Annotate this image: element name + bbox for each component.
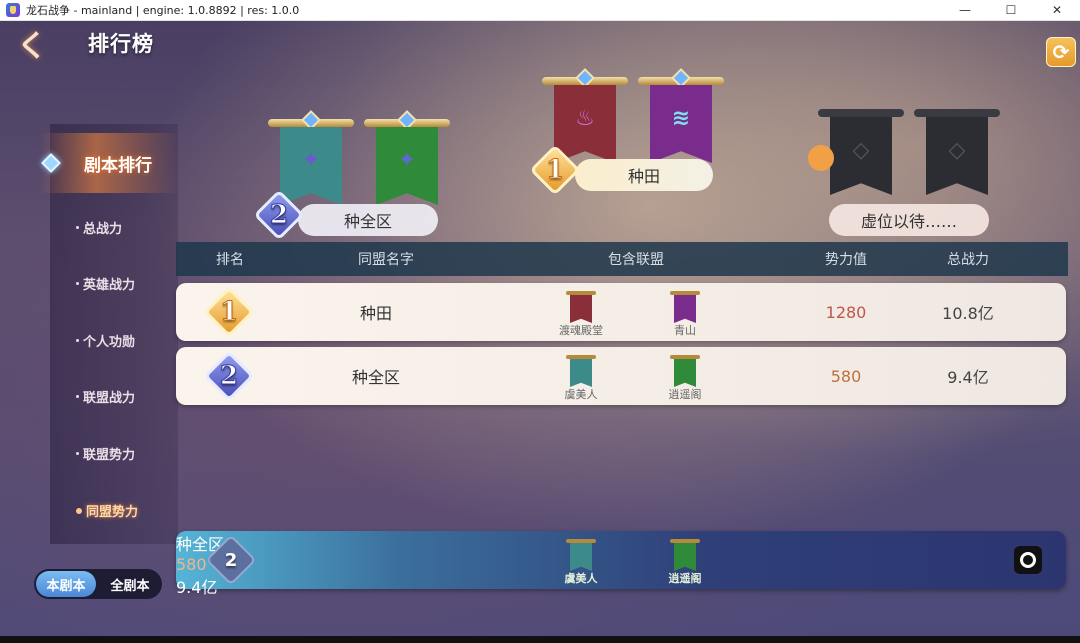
bottom-border bbox=[0, 636, 1080, 643]
menu-item-label: 个人功勋 bbox=[83, 335, 136, 350]
scope-toggle: 本剧本 全剧本 bbox=[34, 569, 162, 599]
menu-item-label: 联盟战力 bbox=[83, 391, 136, 406]
alliance-name: 虞美人 bbox=[564, 388, 598, 401]
banner-rod bbox=[818, 109, 904, 117]
rank-1-medal-icon: 1 bbox=[203, 286, 255, 338]
podium-first-banner-right: ≋ bbox=[638, 68, 724, 163]
bullet-icon bbox=[76, 395, 79, 398]
refresh-button[interactable]: ⟳ bbox=[1046, 37, 1076, 67]
bullet-icon bbox=[76, 226, 79, 229]
my-league-row[interactable]: 2 种全区 虞美人 逍遥阁 580 9.4亿 bbox=[176, 531, 1066, 597]
banner-rod bbox=[914, 109, 1000, 117]
wing-emblem-icon: ✦ bbox=[301, 147, 321, 173]
menu-item-hero-power[interactable]: 英雄战力 bbox=[76, 274, 135, 293]
row-league-name: 种田 bbox=[359, 304, 392, 323]
back-button[interactable]: く bbox=[12, 26, 52, 64]
window-title: 龙石战争 - mainland | engine: 1.0.8892 | res… bbox=[26, 4, 300, 17]
row-total-power: 10.8亿 bbox=[942, 304, 994, 323]
bullet-icon bbox=[76, 507, 82, 514]
row-total-power: 9.4亿 bbox=[947, 368, 989, 387]
row-influence: 580 bbox=[830, 366, 862, 386]
menu-item-personal-merit[interactable]: 个人功勋 bbox=[76, 331, 135, 350]
wing-emblem-icon: ✦ bbox=[397, 147, 417, 173]
menu-item-total-power[interactable]: 总战力 bbox=[76, 218, 122, 237]
minimize-button[interactable]: — bbox=[942, 0, 988, 21]
locate-target-icon[interactable] bbox=[1014, 546, 1042, 574]
scope-all-scripts[interactable]: 全剧本 bbox=[100, 571, 160, 597]
rank-2-medal-icon: 2 bbox=[253, 189, 305, 241]
menu-item-label: 英雄战力 bbox=[83, 278, 136, 293]
header-alliances: 包含联盟 bbox=[608, 252, 664, 268]
flame-emblem-icon: ♨ bbox=[575, 105, 595, 131]
bullet-icon bbox=[76, 452, 79, 455]
alliance-banner-icon bbox=[566, 291, 596, 323]
table-row[interactable]: 1 种田 渡魂殿堂 青山 1280 10.8亿 bbox=[176, 283, 1066, 341]
podium-third-banner-left: ◇ bbox=[818, 109, 904, 195]
podium-third-name: 虚位以待…… bbox=[829, 204, 989, 236]
ranking-table-header: 排名 同盟名字 包含联盟 势力值 总战力 bbox=[176, 242, 1068, 276]
game-viewport: く 排行榜 ⟳ 剧本排行 总战力 英雄战力 个人功勋 联盟战力 联盟势力 同盟势… bbox=[0, 21, 1080, 636]
empty-emblem-icon: ◇ bbox=[948, 137, 966, 163]
wave-emblem-icon: ≋ bbox=[671, 105, 691, 131]
podium-second-banner-right: ✦ bbox=[364, 110, 450, 205]
header-total-power: 总战力 bbox=[947, 252, 989, 268]
bullet-icon bbox=[76, 339, 79, 342]
header-rank: 排名 bbox=[216, 252, 244, 268]
close-button[interactable]: ✕ bbox=[1034, 0, 1080, 21]
maximize-button[interactable]: ☐ bbox=[988, 0, 1034, 21]
menu-item-alliance-power[interactable]: 联盟战力 bbox=[76, 387, 135, 406]
table-row[interactable]: 2 种全区 虞美人 逍遥阁 580 9.4亿 bbox=[176, 347, 1066, 405]
window-controls: — ☐ ✕ bbox=[942, 0, 1080, 21]
scope-current-script[interactable]: 本剧本 bbox=[36, 571, 96, 597]
rank-2-medal-icon: 2 bbox=[203, 350, 255, 402]
app-icon bbox=[6, 3, 20, 17]
menu-category-script-ranking[interactable]: 剧本排行 bbox=[40, 133, 180, 193]
alliance-name: 渡魂殿堂 bbox=[559, 324, 603, 337]
notification-dot-icon bbox=[808, 145, 834, 171]
menu-item-alliance-influence[interactable]: 联盟势力 bbox=[76, 444, 135, 463]
menu-item-label: 联盟势力 bbox=[83, 448, 136, 463]
alliance-name: 逍遥阁 bbox=[668, 572, 702, 585]
menu-item-label: 同盟势力 bbox=[86, 505, 139, 520]
alliance-banner-icon bbox=[670, 355, 700, 387]
row-league-name: 种全区 bbox=[351, 368, 400, 387]
header-league-name: 同盟名字 bbox=[358, 252, 414, 268]
alliance-banner-icon bbox=[566, 539, 596, 571]
alliance-banner-icon bbox=[670, 291, 700, 323]
empty-emblem-icon: ◇ bbox=[852, 137, 870, 163]
menu-category-label: 剧本排行 bbox=[84, 155, 152, 176]
menu-item-league-influence[interactable]: 同盟势力 bbox=[76, 501, 138, 520]
alliance-name: 逍遥阁 bbox=[668, 388, 702, 401]
alliance-banner-icon bbox=[566, 355, 596, 387]
alliance-banner-icon bbox=[670, 539, 700, 571]
podium-first-name: 种田 bbox=[575, 159, 713, 191]
row-influence: 1280 bbox=[825, 302, 867, 322]
window-title-bar: 龙石战争 - mainland | engine: 1.0.8892 | res… bbox=[0, 0, 1080, 21]
header-influence: 势力值 bbox=[825, 252, 867, 268]
diamond-icon bbox=[41, 153, 61, 173]
alliance-name: 青山 bbox=[674, 324, 696, 337]
rank-medal-icon: 2 bbox=[205, 534, 257, 586]
bullet-icon bbox=[76, 282, 79, 285]
page-title: 排行榜 bbox=[88, 32, 154, 56]
rank-1-medal-icon: 1 bbox=[529, 144, 581, 196]
podium-third-banner-right: ◇ bbox=[914, 109, 1000, 195]
podium-second-name: 种全区 bbox=[298, 204, 438, 236]
menu-item-label: 总战力 bbox=[83, 222, 123, 237]
alliance-name: 虞美人 bbox=[564, 572, 598, 585]
